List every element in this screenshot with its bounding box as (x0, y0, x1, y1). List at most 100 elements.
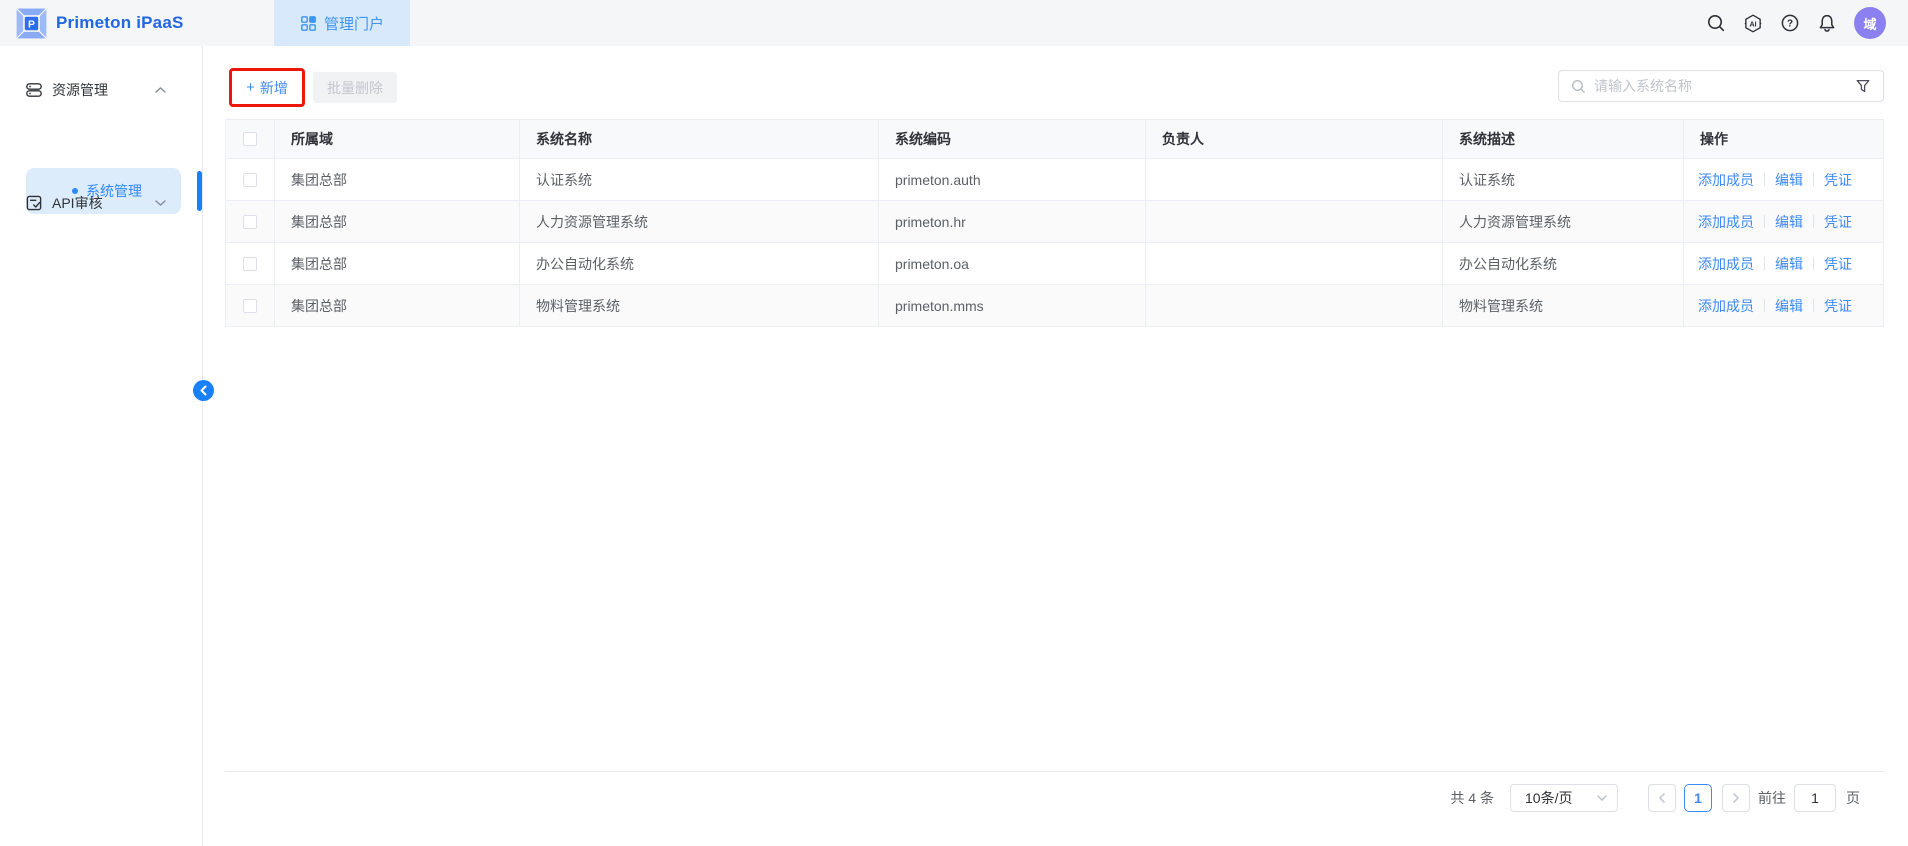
cell-owner (1146, 243, 1443, 285)
table-row: 集团总部 办公自动化系统 primeton.oa 办公自动化系统 添加成员 编辑… (225, 243, 1884, 285)
svg-text:?: ? (1787, 19, 1793, 30)
table-row: 集团总部 认证系统 primeton.auth 认证系统 添加成员 编辑 凭证 (225, 159, 1884, 201)
document-check-icon (25, 194, 43, 212)
user-avatar[interactable]: 域 (1854, 7, 1886, 39)
notification-bell-icon[interactable] (1817, 13, 1837, 33)
cell-name: 人力资源管理系统 (520, 201, 879, 243)
system-name-search (1558, 70, 1884, 102)
table-footer: 共 4 条 10条/页 1 前往 页 (225, 771, 1884, 823)
prev-page-button[interactable] (1648, 784, 1676, 812)
row-checkbox[interactable] (243, 257, 257, 271)
cell-code: primeton.auth (879, 159, 1146, 201)
batch-delete-button[interactable]: 批量删除 (313, 72, 397, 103)
credential-link[interactable]: 凭证 (1824, 170, 1852, 190)
cell-description: 物料管理系统 (1443, 285, 1684, 327)
table-body: 集团总部 认证系统 primeton.auth 认证系统 添加成员 编辑 凭证 … (225, 159, 1884, 327)
cell-domain: 集团总部 (275, 159, 520, 201)
cell-owner (1146, 285, 1443, 327)
action-divider (1764, 299, 1765, 312)
sidebar-group-label: 资源管理 (52, 80, 108, 100)
page-size-value: 10条/页 (1525, 788, 1572, 808)
edit-link[interactable]: 编辑 (1775, 212, 1803, 232)
chevron-up-icon (155, 87, 166, 94)
systems-table: 所属域 系统名称 系统编码 负责人 系统描述 操作 集团总部 认证系统 prim… (225, 119, 1884, 327)
credential-link[interactable]: 凭证 (1824, 254, 1852, 274)
action-divider (1764, 215, 1765, 228)
table-row: 集团总部 人力资源管理系统 primeton.hr 人力资源管理系统 添加成员 … (225, 201, 1884, 243)
page-size-select[interactable]: 10条/页 (1510, 784, 1618, 812)
page-unit-label: 页 (1846, 788, 1860, 808)
pagination-total: 共 4 条 (1450, 788, 1494, 808)
page-number-1[interactable]: 1 (1684, 784, 1712, 812)
header-actions: AI ? 域 (1706, 0, 1886, 46)
action-divider (1813, 215, 1814, 228)
goto-label: 前往 (1758, 788, 1786, 808)
cell-description: 人力资源管理系统 (1443, 201, 1684, 243)
help-icon[interactable]: ? (1780, 13, 1800, 33)
svg-text:AI: AI (1749, 20, 1756, 28)
cell-description: 办公自动化系统 (1443, 243, 1684, 285)
table-header-row: 所属域 系统名称 系统编码 负责人 系统描述 操作 (225, 119, 1884, 159)
edit-link[interactable]: 编辑 (1775, 254, 1803, 274)
row-checkbox[interactable] (243, 215, 257, 229)
chevron-down-icon (1597, 795, 1607, 801)
add-button[interactable]: + 新增 (234, 73, 300, 102)
cell-domain: 集团总部 (275, 243, 520, 285)
cell-name: 物料管理系统 (520, 285, 879, 327)
cell-owner (1146, 159, 1443, 201)
search-icon[interactable] (1706, 13, 1726, 33)
action-divider (1813, 173, 1814, 186)
cell-description: 认证系统 (1443, 159, 1684, 201)
chevron-down-icon (155, 200, 166, 207)
filter-funnel-icon[interactable] (1855, 78, 1871, 94)
credential-link[interactable]: 凭证 (1824, 212, 1852, 232)
add-member-link[interactable]: 添加成员 (1698, 212, 1754, 232)
chevron-left-icon (199, 385, 208, 396)
cell-domain: 集团总部 (275, 285, 520, 327)
sidebar-collapse-button[interactable] (193, 380, 214, 401)
edit-link[interactable]: 编辑 (1775, 170, 1803, 190)
cell-code: primeton.hr (879, 201, 1146, 243)
server-stack-icon (25, 81, 43, 99)
col-header-domain: 所属域 (275, 120, 520, 159)
cell-name: 办公自动化系统 (520, 243, 879, 285)
action-divider (1813, 299, 1814, 312)
cell-code: primeton.mms (879, 285, 1146, 327)
select-all-checkbox[interactable] (243, 132, 257, 146)
brand-name: Primeton iPaaS (56, 13, 184, 33)
cell-name: 认证系统 (520, 159, 879, 201)
add-member-link[interactable]: 添加成员 (1698, 170, 1754, 190)
row-checkbox[interactable] (243, 299, 257, 313)
search-input[interactable] (1594, 78, 1847, 94)
chevron-right-icon (1732, 793, 1740, 803)
col-header-name: 系统名称 (520, 120, 879, 159)
edit-link[interactable]: 编辑 (1775, 296, 1803, 316)
ai-assistant-icon[interactable]: AI (1743, 13, 1763, 33)
sidebar-group-api-review[interactable]: API审核 (0, 187, 203, 219)
chevron-left-icon (1658, 793, 1666, 803)
top-header: P Primeton iPaaS 管理门户 AI (0, 0, 1908, 46)
sidebar-group-resource-management[interactable]: 资源管理 (0, 74, 203, 106)
add-button-label: 新增 (260, 78, 288, 98)
app-logo-icon: P (16, 8, 47, 39)
col-header-description: 系统描述 (1443, 120, 1684, 159)
add-member-link[interactable]: 添加成员 (1698, 296, 1754, 316)
col-header-actions: 操作 (1684, 120, 1884, 159)
apps-grid-icon (300, 15, 317, 32)
goto-page-input[interactable] (1794, 784, 1836, 812)
credential-link[interactable]: 凭证 (1824, 296, 1852, 316)
brand: P Primeton iPaaS (0, 8, 184, 39)
batch-delete-label: 批量删除 (327, 78, 383, 98)
cell-domain: 集团总部 (275, 201, 520, 243)
table-row: 集团总部 物料管理系统 primeton.mms 物料管理系统 添加成员 编辑 … (225, 285, 1884, 327)
add-member-link[interactable]: 添加成员 (1698, 254, 1754, 274)
action-divider (1813, 257, 1814, 270)
action-divider (1764, 257, 1765, 270)
cell-owner (1146, 201, 1443, 243)
search-input-icon (1571, 79, 1586, 94)
next-page-button[interactable] (1722, 784, 1750, 812)
row-checkbox[interactable] (243, 173, 257, 187)
col-header-owner: 负责人 (1146, 120, 1443, 159)
tab-admin-portal[interactable]: 管理门户 (274, 0, 410, 46)
action-divider (1764, 173, 1765, 186)
